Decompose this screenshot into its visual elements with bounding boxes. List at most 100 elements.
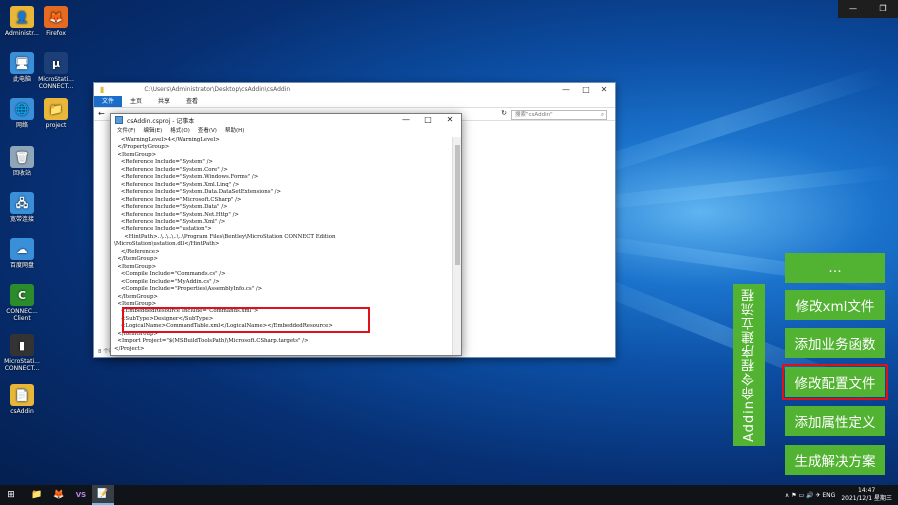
vertical-scrollbar[interactable] (452, 137, 461, 355)
search-input[interactable]: 搜索"csAddin" ⌕ (511, 110, 607, 120)
tab-home[interactable]: 主页 (122, 96, 150, 107)
desktop-icon-label: MicroStati... CONNECT... (4, 358, 40, 372)
code-line: <Reference Include="System.Data.DataSetE… (114, 189, 282, 196)
notepad-menu-bar: 文件(F) 编辑(E) 格式(O) 查看(V) 帮助(H) (111, 126, 461, 136)
scrollbar-thumb[interactable] (455, 145, 460, 265)
firefox-icon: 🦊 (44, 6, 68, 28)
clock-time: 14:47 (858, 487, 876, 494)
code-line: <Reference Include="System.Xml.Linq" /> (114, 181, 240, 188)
tab-view[interactable]: 查看 (178, 96, 206, 107)
flow-step-build-solution[interactable]: 生成解决方案 (785, 445, 885, 475)
flow-step-label: 修改xml文件 (795, 299, 875, 315)
close-icon[interactable]: ✕ (439, 114, 461, 126)
system-tray[interactable]: ∧ ⚑ ▭ 🔊 ✈ ENG 14:47 2021/12/1 星期三 (785, 485, 892, 505)
terminal-icon: ▮ (10, 334, 34, 356)
desktop-icon-label: 百度网盘 (9, 262, 34, 269)
code-line: <Reference Include="System.Core" /> (114, 166, 228, 173)
code-line: <Compile Include="Commands.cs" /> (114, 271, 226, 278)
recycle-bin-icon: 🗑 (10, 146, 34, 168)
desktop-icon-baidu-netdisk[interactable]: ☁ 百度网盘 (0, 238, 44, 269)
flow-step-label: 添加属性定义 (794, 415, 876, 431)
desktop-icon-microstation[interactable]: μ MicroStati... CONNECT... (34, 52, 78, 90)
flow-title-bar: Addin命令程序建立流程 (733, 284, 765, 446)
desktop-icon-label: CONNEC... Client (6, 308, 38, 322)
file-icon: 📄 (10, 384, 34, 406)
flow-step-add-property[interactable]: 添加属性定义 (785, 406, 885, 436)
microstation-icon: μ (44, 52, 68, 74)
tray-icons[interactable]: ∧ ⚑ ▭ 🔊 ✈ ENG (785, 492, 835, 499)
folder-icon: 📁 (44, 98, 68, 120)
flow-step-modify-xml[interactable]: 修改xml文件 (785, 290, 885, 320)
taskbar-firefox[interactable]: 🦊 (48, 485, 70, 505)
menu-help[interactable]: 帮助(H) (221, 126, 248, 136)
desktop-icon-microstation-2[interactable]: ▮ MicroStati... CONNECT... (0, 334, 44, 372)
menu-format[interactable]: 格式(O) (166, 126, 194, 136)
user-folder-icon: 👤 (10, 6, 34, 28)
taskbar-explorer[interactable]: 📁 (26, 485, 48, 505)
flow-title: Addin命令程序建立流程 (741, 287, 757, 443)
explorer-title-bar[interactable]: ▮ C:\Users\Administrator\Desktop\csAddin… (94, 83, 615, 96)
minimize-icon[interactable]: — (395, 114, 417, 126)
desktop-icon-connect-client[interactable]: C CONNEC... Client (0, 284, 44, 322)
flow-step-modify-config[interactable]: 修改配置文件 (782, 364, 888, 400)
menu-edit[interactable]: 编辑(E) (139, 126, 166, 136)
menu-view[interactable]: 查看(V) (194, 126, 221, 136)
start-button[interactable]: ⊞ (0, 485, 22, 505)
code-line: </ItemGroup> (114, 256, 158, 263)
code-line: </PropertyGroup> (114, 144, 170, 151)
code-line: <Reference Include="System.Net.Http" /> (114, 211, 239, 218)
code-line: <ItemGroup> (114, 151, 157, 158)
close-icon[interactable]: ✕ (595, 83, 613, 96)
code-line: <Reference Include="System.Data" /> (114, 204, 228, 211)
connect-client-icon: C (10, 284, 34, 306)
code-line: </Reference> (114, 248, 160, 255)
cloud-icon: ☁ (10, 238, 34, 260)
taskbar: ⊞ 📁 🦊 VS 📝 ∧ ⚑ ▭ 🔊 ✈ ENG 14:47 2021/12/1… (0, 485, 898, 505)
desktop-icon-broadband[interactable]: 🖧 宽带连接 (0, 192, 44, 223)
desktop-icon-label: 宽带连接 (9, 216, 34, 223)
code-line: <Import Project="$(MSBuildToolsPath)\Mic… (114, 338, 309, 345)
code-line: <Reference Include="System.Windows.Forms… (114, 174, 259, 181)
tab-file[interactable]: 文件 (94, 96, 123, 107)
desktop-icon-firefox[interactable]: 🦊 Firefox (34, 6, 78, 37)
flow-step-label: 修改配置文件 (794, 376, 876, 392)
code-line: <HintPath>..\..\..\..\..\Program Files\B… (114, 233, 336, 240)
maximize-icon[interactable]: □ (577, 83, 595, 96)
code-line: </Project> (114, 345, 145, 352)
flow-step-label: 添加业务函数 (794, 337, 876, 353)
code-line: <Reference Include="System" /> (114, 159, 213, 166)
restore-icon[interactable]: ❐ (868, 0, 898, 18)
broadband-icon: 🖧 (10, 192, 34, 214)
desktop-icon-csaddin[interactable]: 📄 csAddin (0, 384, 44, 415)
code-line: <Reference Include="Microsoft.CSharp" /> (114, 196, 242, 203)
desktop-icon-label: Firefox (46, 30, 66, 37)
search-icon: ⌕ (600, 112, 604, 118)
tab-share[interactable]: 共享 (150, 96, 178, 107)
code-line: \MicroStation\ustation.dll</HintPath> (114, 241, 220, 248)
code-line: <Reference Include="System.Xml" /> (114, 218, 226, 225)
desktop-icon-recycle-bin[interactable]: 🗑 回收站 (0, 146, 44, 177)
desktop-icon-project[interactable]: 📁 project (34, 98, 78, 129)
network-icon: 🌐 (10, 98, 34, 120)
computer-icon: 🖥 (10, 52, 34, 74)
minimize-icon[interactable]: — (838, 0, 868, 18)
notepad-icon (115, 116, 123, 124)
flow-step-label: 生成解决方案 (794, 454, 876, 470)
flow-step-add-business-function[interactable]: 添加业务函数 (785, 328, 885, 358)
refresh-icon[interactable]: ↻ (501, 109, 507, 117)
clock[interactable]: 14:47 2021/12/1 星期三 (841, 487, 892, 503)
clock-date: 2021/12/1 星期三 (841, 495, 892, 502)
explorer-ribbon: 文件 主页 共享 查看 (94, 96, 615, 107)
taskbar-visual-studio[interactable]: VS (70, 485, 92, 505)
flow-step-ellipsis[interactable]: … (785, 253, 885, 283)
code-line: <WarningLevel>4</WarningLevel> (114, 137, 220, 143)
explorer-path: C:\Users\Administrator\Desktop\csAddin\c… (144, 86, 291, 93)
taskbar-notepad[interactable]: 📝 (92, 485, 114, 505)
desktop-icon-label: MicroStati... CONNECT... (38, 76, 74, 90)
desktop-icon-label: project (45, 122, 67, 129)
menu-file[interactable]: 文件(F) (113, 126, 139, 136)
minimize-icon[interactable]: — (557, 83, 575, 96)
maximize-icon[interactable]: □ (417, 114, 439, 126)
back-arrow-icon[interactable]: ← (98, 109, 105, 118)
presentation-window-controls[interactable]: — ❐ (838, 0, 898, 18)
